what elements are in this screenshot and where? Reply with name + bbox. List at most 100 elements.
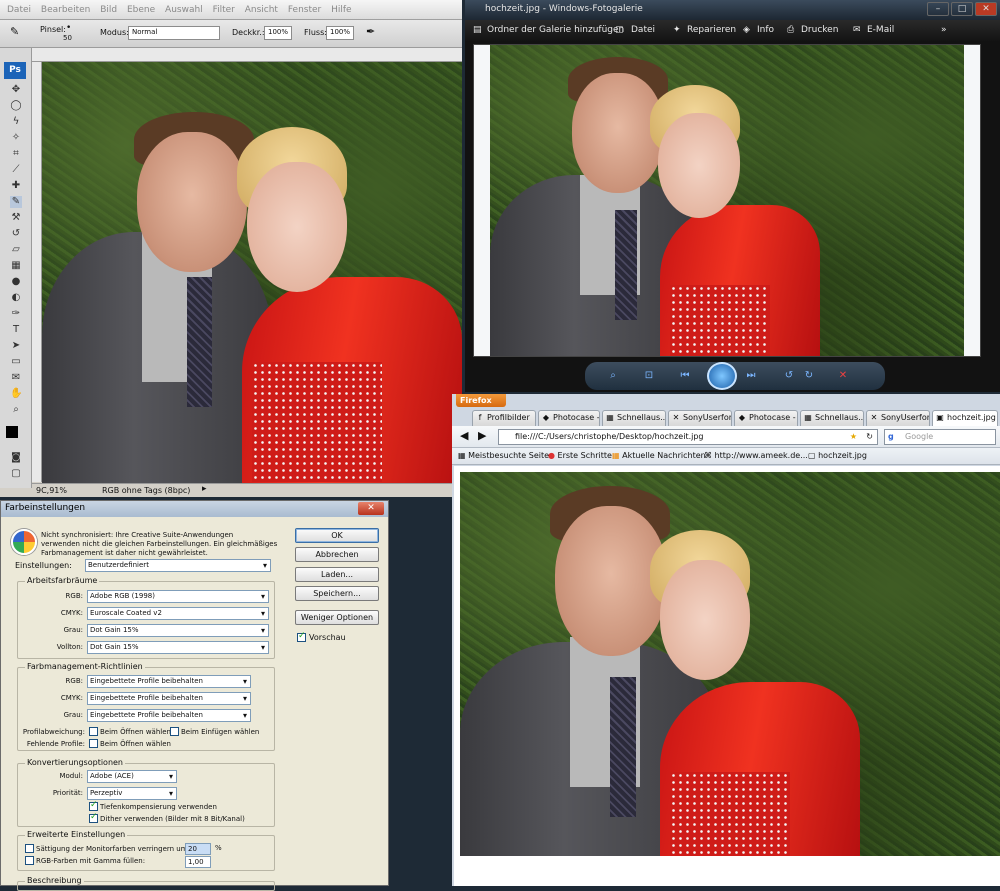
previous-icon[interactable]: ⏮ — [677, 369, 693, 383]
forward-icon[interactable]: ▶ — [478, 429, 486, 442]
brush-tool-icon[interactable]: ✎ — [10, 25, 19, 38]
menu-bearbeiten[interactable]: Bearbeiten — [41, 0, 90, 20]
dodge-icon[interactable]: ◐ — [10, 292, 22, 304]
type-tool-icon[interactable]: T — [10, 324, 22, 336]
file-menu[interactable]: Datei — [631, 25, 655, 35]
cancel-button[interactable]: Abbrechen — [295, 547, 379, 562]
repair-icon[interactable]: ✦ — [673, 25, 681, 35]
email-button[interactable]: E-Mail — [867, 25, 894, 35]
marquee-tool-icon[interactable]: ◯ — [10, 100, 22, 112]
delete-icon[interactable]: ✕ — [835, 369, 851, 383]
tab-photocase-1[interactable]: ◆Photocase - ... — [538, 410, 600, 426]
zoom-icon[interactable]: ⌕ — [605, 369, 621, 383]
missing-open-checkbox[interactable] — [89, 739, 98, 748]
blend-checkbox[interactable] — [25, 856, 34, 865]
ws-spot-select[interactable]: Dot Gain 15% — [87, 641, 269, 654]
reload-icon[interactable]: ↻ — [866, 430, 873, 444]
pen-tool-icon[interactable]: ✑ — [10, 308, 22, 320]
bookmark-hochzeit[interactable]: ▢ hochzeit.jpg — [808, 451, 867, 460]
menu-ansicht[interactable]: Ansicht — [245, 0, 278, 20]
menu-datei[interactable]: Datei — [7, 0, 31, 20]
shape-tool-icon[interactable]: ▭ — [10, 356, 22, 368]
info-button[interactable]: Info — [757, 25, 774, 35]
firefox-photo[interactable] — [460, 472, 1000, 856]
save-button[interactable]: Speichern... — [295, 586, 379, 601]
bpc-checkbox[interactable] — [89, 800, 98, 811]
blur-icon[interactable]: ● — [10, 276, 22, 288]
print-menu[interactable]: Drucken — [801, 25, 838, 35]
rotate-left-icon[interactable]: ↺ — [781, 369, 797, 383]
move-tool-icon[interactable]: ✥ — [10, 84, 22, 96]
rotate-right-icon[interactable]: ↻ — [801, 369, 817, 383]
tab-sonyuserforum-2[interactable]: ✕SonyUserfor... — [866, 410, 930, 426]
dither-checkbox[interactable] — [89, 812, 98, 823]
ps-canvas-photo[interactable] — [42, 62, 462, 483]
fewer-options-button[interactable]: Weniger Optionen — [295, 610, 379, 625]
screen-mode-icon[interactable]: ▢ — [10, 468, 22, 480]
tab-profilbilder[interactable]: f Profilbilder — [472, 410, 536, 426]
crop-tool-icon[interactable]: ⌗ — [10, 148, 22, 160]
ws-rgb-select[interactable]: Adobe RGB (1998) — [87, 590, 269, 603]
minimize-button[interactable]: – — [927, 2, 949, 16]
tab-schnellaus-1[interactable]: ▦ Schnellaus... — [602, 410, 666, 426]
quickmask-icon[interactable]: ◙ — [10, 452, 22, 464]
bookmark-most-visited[interactable]: ▦ Meistbesuchte Seiten — [458, 451, 554, 460]
history-brush-icon[interactable]: ↺ — [10, 228, 22, 240]
toolbar-overflow[interactable]: » — [941, 25, 947, 35]
desaturate-checkbox[interactable] — [25, 844, 34, 853]
mode-select[interactable]: Normal — [128, 26, 220, 40]
zoom-tool-icon[interactable]: ⌕ — [10, 404, 22, 416]
zoom-level[interactable]: 9C,91% — [36, 486, 67, 495]
bookmark-ameek[interactable]: ⌘ http://www.ameek.de... — [704, 451, 808, 460]
close-button[interactable]: ✕ — [975, 2, 997, 16]
menu-auswahl[interactable]: Auswahl — [165, 0, 203, 20]
flow-field[interactable]: 100% — [326, 26, 354, 40]
brush-icon[interactable]: ✎ — [10, 196, 22, 208]
load-button[interactable]: Laden... — [295, 567, 379, 582]
magic-wand-icon[interactable]: ✧ — [10, 132, 22, 144]
lasso-tool-icon[interactable]: ϟ — [10, 116, 22, 128]
menu-filter[interactable]: Filter — [213, 0, 235, 20]
actual-size-icon[interactable]: ⊡ — [641, 369, 657, 383]
tab-schnellaus-2[interactable]: ▦ Schnellaus... — [800, 410, 864, 426]
pol-cmyk-select[interactable]: Eingebettete Profile beibehalten — [87, 692, 251, 705]
pol-gray-select[interactable]: Eingebettete Profile beibehalten — [87, 709, 251, 722]
back-icon[interactable]: ◀ — [460, 429, 468, 442]
intent-select[interactable]: Perzeptiv — [87, 787, 177, 800]
bookmark-latest-news[interactable]: ▦ Aktuelle Nachrichten — [612, 451, 706, 460]
notes-icon[interactable]: ✉ — [10, 372, 22, 384]
healing-icon[interactable]: ✚ — [10, 180, 22, 192]
eyedropper-icon[interactable]: ⟋ — [10, 164, 22, 176]
airbrush-icon[interactable]: ✒ — [366, 25, 375, 38]
slideshow-button[interactable] — [707, 362, 737, 390]
opacity-field[interactable]: 100% — [264, 26, 292, 40]
tab-sonyuserforum-1[interactable]: ✕SonyUserfor... — [668, 410, 732, 426]
ws-cmyk-select[interactable]: Euroscale Coated v2 — [87, 607, 269, 620]
settings-select[interactable]: Benutzerdefiniert — [85, 559, 271, 572]
url-bar[interactable]: file:///C:/Users/christophe/Desktop/hoch… — [498, 429, 878, 445]
brush-preset-icon[interactable]: • — [66, 23, 71, 33]
ws-gray-select[interactable]: Dot Gain 15% — [87, 624, 269, 637]
file-icon[interactable]: ▢ — [615, 25, 624, 35]
hand-tool-icon[interactable]: ✋ — [10, 388, 22, 400]
desaturate-input[interactable]: 20 — [185, 843, 211, 855]
gallery-photo[interactable] — [490, 45, 964, 356]
eraser-icon[interactable]: ▱ — [10, 244, 22, 256]
email-icon[interactable]: ✉ — [853, 25, 861, 35]
menu-hilfe[interactable]: Hilfe — [331, 0, 351, 20]
repair-button[interactable]: Reparieren — [687, 25, 736, 35]
engine-select[interactable]: Adobe (ACE) — [87, 770, 177, 783]
menu-fenster[interactable]: Fenster — [288, 0, 321, 20]
menu-ebene[interactable]: Ebene — [127, 0, 155, 20]
stamp-icon[interactable]: ⚒ — [10, 212, 22, 224]
add-folder-icon[interactable]: ▤ — [473, 25, 482, 35]
mismatch-paste-checkbox[interactable] — [170, 727, 179, 736]
firefox-menu-button[interactable]: Firefox — [456, 394, 506, 407]
bookmark-star-icon[interactable]: ★ — [850, 430, 857, 444]
next-icon[interactable]: ⏭ — [743, 369, 759, 383]
gradient-icon[interactable]: ▦ — [10, 260, 22, 272]
pol-rgb-select[interactable]: Eingebettete Profile beibehalten — [87, 675, 251, 688]
info-icon[interactable]: ◈ — [743, 25, 750, 35]
foreground-color[interactable] — [6, 426, 18, 438]
maximize-button[interactable]: □ — [951, 2, 973, 16]
